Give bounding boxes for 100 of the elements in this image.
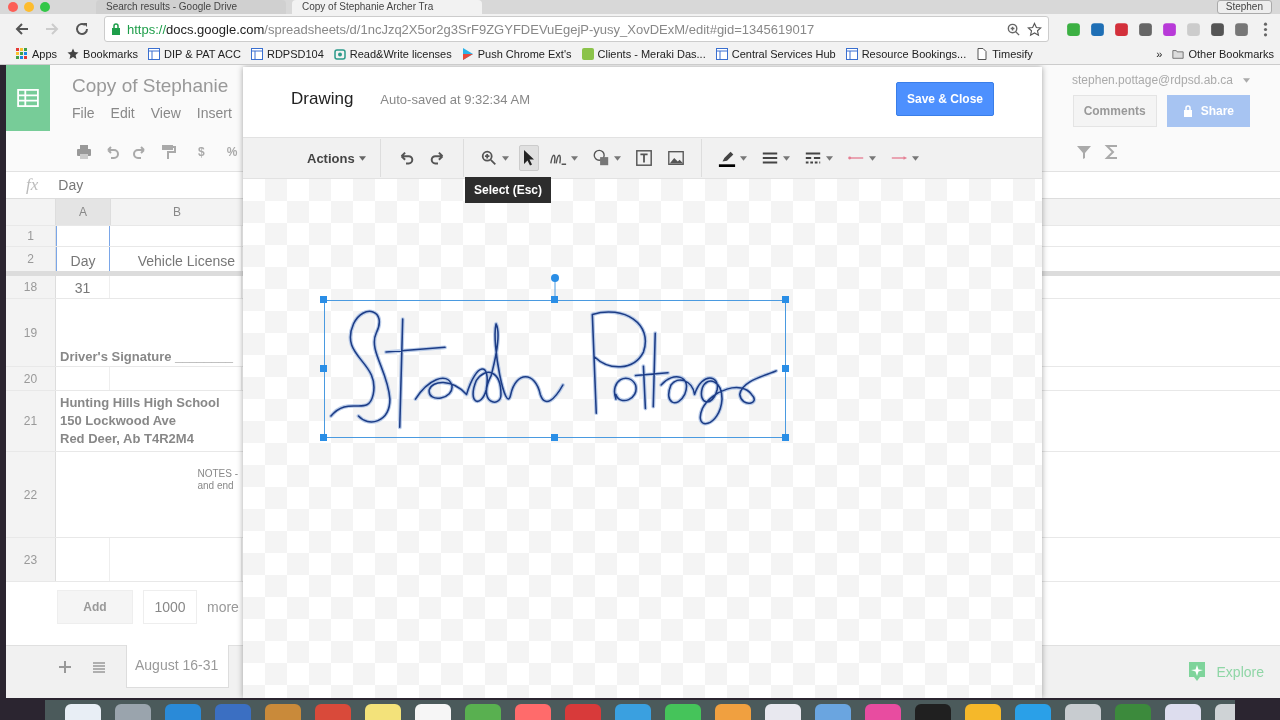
undo-icon[interactable] bbox=[104, 144, 120, 160]
sheet-tab[interactable]: August 16-31 bbox=[126, 645, 230, 688]
resize-handle[interactable] bbox=[551, 296, 558, 303]
bookmark-link[interactable]: DIP & PAT ACC bbox=[148, 48, 241, 60]
zoom-window-icon[interactable] bbox=[40, 2, 50, 12]
menu-item[interactable]: File bbox=[72, 105, 95, 121]
rotate-handle[interactable] bbox=[551, 274, 559, 296]
bookmark-link[interactable]: Read&Write licenses bbox=[333, 48, 452, 60]
bookmark-link[interactable]: Timesify bbox=[976, 48, 1033, 60]
lock-icon bbox=[1182, 105, 1193, 117]
caret-icon bbox=[868, 155, 876, 161]
folder-icon bbox=[1172, 48, 1185, 60]
shapes-icon bbox=[591, 149, 610, 167]
extension-icon[interactable] bbox=[1089, 20, 1106, 38]
page-icon bbox=[250, 48, 263, 60]
print-icon[interactable] bbox=[76, 144, 92, 160]
column-header[interactable]: A bbox=[56, 199, 111, 225]
lines-icon bbox=[760, 149, 779, 167]
resize-handle[interactable] bbox=[320, 296, 327, 303]
more-rows-label: more bbox=[207, 599, 239, 615]
sheets-logo-icon[interactable] bbox=[6, 65, 50, 131]
resize-handle[interactable] bbox=[551, 434, 558, 441]
explore-icon bbox=[1186, 661, 1207, 683]
sum-icon[interactable] bbox=[1104, 144, 1120, 160]
bookmark-link[interactable]: RDPSD104 bbox=[250, 48, 324, 60]
bookmark-link[interactable]: Push Chrome Ext's bbox=[461, 48, 572, 60]
caret-icon bbox=[358, 155, 366, 161]
bookmark-link[interactable]: Bookmarks bbox=[67, 48, 139, 60]
bookmark-link[interactable]: Central Services Hub bbox=[715, 48, 836, 60]
filter-icon[interactable] bbox=[1076, 144, 1092, 160]
resize-handle[interactable] bbox=[782, 365, 789, 372]
format-button[interactable]: $ bbox=[198, 145, 205, 159]
lock-icon bbox=[111, 23, 121, 35]
extension-icon[interactable] bbox=[1161, 20, 1178, 38]
save-close-button[interactable]: Save & Close bbox=[895, 82, 994, 116]
comments-button[interactable]: Comments bbox=[1072, 95, 1157, 127]
address-text: Hunting Hills High School 150 Lockwood Ave Red Deer, Ab T4R2M4 bbox=[60, 394, 220, 448]
row-number[interactable]: 18 bbox=[6, 276, 56, 298]
menu-item[interactable]: View bbox=[150, 105, 181, 121]
select-button[interactable] bbox=[518, 145, 539, 171]
dialog-title: Drawing bbox=[291, 89, 354, 109]
table-cell: Vehicle License bbox=[110, 247, 242, 271]
row-number[interactable]: 23 bbox=[6, 538, 56, 581]
pencil-icon bbox=[717, 149, 736, 167]
caret-icon bbox=[613, 155, 621, 161]
row-number[interactable]: 22 bbox=[6, 452, 56, 537]
autosave-status: Auto-saved at 9:32:34 AM bbox=[380, 91, 530, 107]
puzzle-icon bbox=[333, 48, 346, 60]
add-sheet-icon[interactable] bbox=[58, 660, 72, 674]
bookmark-link[interactable]: Clients - Meraki Das... bbox=[581, 48, 706, 60]
extension-icon[interactable] bbox=[1113, 20, 1130, 38]
row-number[interactable]: 20 bbox=[6, 367, 56, 390]
formula-icon: fx bbox=[26, 175, 39, 195]
address-field[interactable]: https://docs.google.com/spreadsheets/d/1ncJzq2X5or2g3SrF9ZGYFDEVuEgejP-yusy_XovDExM/edit#gid=1345619017 bbox=[104, 16, 1049, 42]
forward-icon[interactable] bbox=[44, 21, 60, 37]
share-button[interactable]: Share bbox=[1166, 95, 1250, 127]
square-icon bbox=[581, 48, 594, 60]
extension-icon[interactable] bbox=[1137, 20, 1154, 38]
format-button[interactable]: % bbox=[226, 145, 238, 159]
more-bookmarks-button[interactable]: » bbox=[1156, 48, 1163, 60]
row-number[interactable]: 21 bbox=[6, 391, 56, 451]
row-count-field[interactable]: 1000 bbox=[143, 590, 197, 624]
profile-button[interactable]: Stephen bbox=[1216, 0, 1272, 14]
row-number[interactable]: 19 bbox=[6, 299, 56, 366]
zoom-icon bbox=[479, 149, 498, 167]
back-icon[interactable] bbox=[14, 21, 30, 37]
bookmark-link[interactable]: Resource Bookings... bbox=[845, 48, 967, 60]
resize-handle[interactable] bbox=[782, 434, 789, 441]
selected-cell[interactable] bbox=[56, 226, 110, 246]
extension-icon[interactable] bbox=[1233, 20, 1250, 38]
row-number[interactable]: 1 bbox=[6, 226, 56, 246]
grid-icon bbox=[16, 48, 28, 60]
resize-handle[interactable] bbox=[782, 296, 789, 303]
star-icon[interactable] bbox=[1027, 21, 1042, 37]
bookmark-link[interactable]: Apps bbox=[16, 48, 58, 60]
play-icon bbox=[461, 48, 474, 60]
add-rows-button[interactable]: Add bbox=[57, 590, 133, 624]
redo-icon[interactable] bbox=[132, 144, 148, 160]
resize-handle[interactable] bbox=[320, 434, 327, 441]
reload-icon[interactable] bbox=[74, 21, 90, 37]
formula-field[interactable]: Day bbox=[58, 177, 84, 193]
paint-format-icon[interactable] bbox=[160, 144, 176, 160]
browser-tab[interactable]: Search results - Google Drive bbox=[96, 0, 286, 14]
document-icon bbox=[976, 48, 989, 60]
extension-icon[interactable] bbox=[1209, 20, 1226, 38]
account-email[interactable]: stephen.pottage@rdpsd.ab.ca bbox=[1072, 73, 1233, 87]
zoom-icon[interactable] bbox=[1006, 21, 1021, 37]
resize-handle[interactable] bbox=[320, 365, 327, 372]
caret-icon[interactable] bbox=[1243, 77, 1250, 83]
bookmark-folder[interactable]: Other Bookmarks bbox=[1172, 48, 1274, 60]
caret-icon bbox=[739, 155, 747, 161]
browser-tab[interactable]: Copy of Stephanie Archer Tra bbox=[292, 0, 482, 14]
menu-item[interactable]: Insert bbox=[196, 105, 232, 121]
pointer-icon bbox=[522, 149, 535, 167]
close-window-icon[interactable] bbox=[8, 2, 18, 12]
row-number[interactable]: 2 bbox=[6, 247, 56, 271]
caret-icon bbox=[501, 155, 509, 161]
actions-menu[interactable]: Actions bbox=[305, 146, 368, 170]
document-title[interactable]: Copy of Stephanie bbox=[72, 75, 232, 97]
menu-item[interactable]: Edit bbox=[110, 105, 135, 121]
